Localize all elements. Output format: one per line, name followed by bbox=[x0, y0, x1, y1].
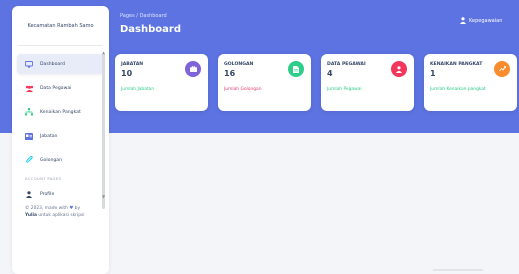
sidebar: Kecamatan Rambah Samo Dashboard Data Peg… bbox=[12, 6, 109, 274]
card-link[interactable]: Jumlah Pegawai bbox=[327, 86, 383, 94]
card-label: KENAIKAN PANGKAT bbox=[430, 62, 483, 67]
sidebar-item-dashboard[interactable]: Dashboard bbox=[17, 54, 104, 74]
hierarchy-icon bbox=[24, 107, 34, 117]
stat-card-data-pegawai[interactable]: DATA PEGAWAI 4 Jumlah Pegawai bbox=[321, 54, 414, 111]
breadcrumb[interactable]: Pages / Dashboard bbox=[120, 13, 167, 19]
sidebar-item-data-pegawai[interactable]: Data Pegawai bbox=[17, 78, 104, 98]
page-title: Dashboard bbox=[120, 24, 181, 35]
card-label: GOLONGAN bbox=[224, 62, 254, 67]
monitor-icon bbox=[24, 59, 34, 69]
footer-author[interactable]: Yulia bbox=[25, 213, 37, 218]
sidebar-item-jabatan[interactable]: Jabatan bbox=[17, 126, 104, 146]
briefcase-icon bbox=[185, 61, 201, 77]
chart-icon bbox=[494, 61, 510, 77]
divider bbox=[433, 269, 483, 271]
sidebar-item-label: Profile bbox=[40, 191, 55, 197]
user-name: Kepegawaian bbox=[469, 17, 503, 24]
card-link[interactable]: Jumlah Jabatan bbox=[121, 86, 177, 94]
stat-card-kenaikan-pangkat[interactable]: KENAIKAN PANGKAT 1 Jumlah Kenaikan pangk… bbox=[424, 54, 517, 111]
sidebar-item-label: Jabatan bbox=[40, 133, 58, 139]
card-label: JABATAN bbox=[121, 62, 144, 67]
sidebar-item-golongan[interactable]: Golongan bbox=[17, 150, 104, 170]
card-label: DATA PEGAWAI bbox=[327, 62, 366, 67]
sidebar-item-profile[interactable]: Profile bbox=[17, 187, 104, 201]
users-icon bbox=[24, 83, 34, 93]
card-link[interactable]: Jumlah Golongan bbox=[224, 86, 280, 94]
user-icon bbox=[460, 17, 466, 24]
card-value: 1 bbox=[430, 69, 436, 78]
sidebar-item-label: Golongan bbox=[40, 157, 63, 163]
scroll-down-icon[interactable]: ▼ bbox=[101, 194, 106, 199]
user-menu[interactable]: Kepegawaian bbox=[460, 17, 502, 24]
section-label-account: ACCOUNT PAGES bbox=[25, 176, 62, 181]
id-card-icon bbox=[24, 131, 34, 141]
sidebar-item-label: Dashboard bbox=[40, 61, 65, 67]
card-value: 4 bbox=[327, 69, 333, 78]
card-value: 10 bbox=[121, 69, 133, 78]
stat-card-jabatan[interactable]: JABATAN 10 Jumlah Jabatan bbox=[115, 54, 208, 111]
sidebar-item-kenaikan-pangkat[interactable]: Kenaikan Pangkat bbox=[17, 102, 104, 122]
user-icon bbox=[391, 61, 407, 77]
brand-title[interactable]: Kecamatan Rambah Samo bbox=[18, 6, 103, 46]
sidebar-scrollbar[interactable] bbox=[102, 54, 105, 209]
person-icon bbox=[24, 189, 34, 199]
file-icon bbox=[288, 61, 304, 77]
stat-card-golongan[interactable]: GOLONGAN 16 Jumlah Golongan bbox=[218, 54, 311, 111]
sidebar-item-label: Data Pegawai bbox=[40, 85, 72, 91]
card-link[interactable]: Jumlah Kenaikan pangkat bbox=[430, 86, 486, 94]
card-value: 16 bbox=[224, 69, 236, 78]
sidebar-item-label: Kenaikan Pangkat bbox=[40, 109, 81, 115]
paperclip-icon bbox=[24, 155, 34, 165]
footer-credit: © 2023, made with ♥ by Yulia untuk aplik… bbox=[25, 206, 85, 218]
sidebar-nav: Dashboard Data Pegawai Kenaikan Pangkat … bbox=[12, 54, 109, 170]
